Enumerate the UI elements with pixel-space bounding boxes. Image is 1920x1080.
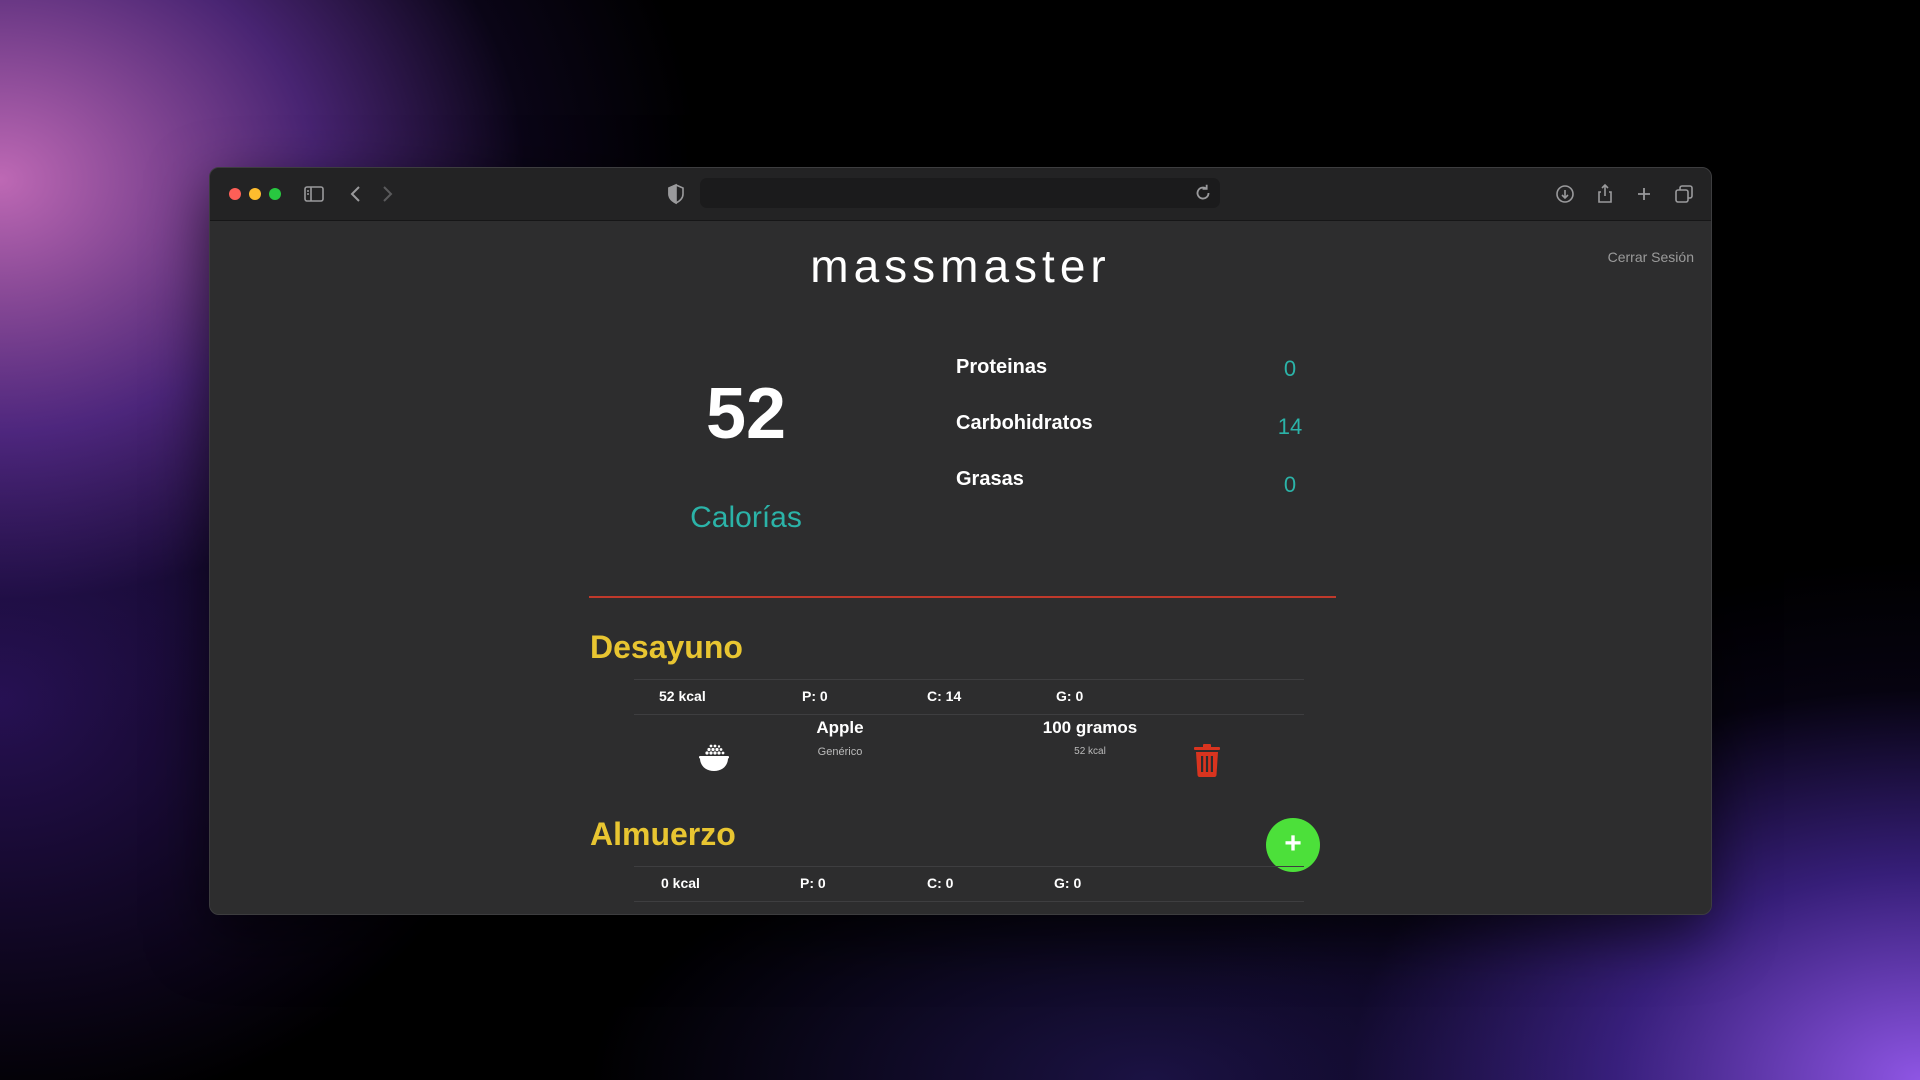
tabs-overview-icon[interactable] bbox=[1672, 182, 1696, 206]
food-name: Apple bbox=[816, 718, 864, 737]
calories-total: 52 bbox=[705, 374, 787, 454]
reload-icon[interactable] bbox=[1192, 182, 1214, 204]
meal-summary-row: 0 kcal P: 0 C: 0 G: 0 bbox=[634, 866, 1304, 902]
forward-icon[interactable] bbox=[375, 182, 399, 206]
trash-icon[interactable] bbox=[1192, 743, 1222, 777]
app-logo[interactable]: massmaster bbox=[210, 239, 1711, 293]
food-kcal: 52 kcal bbox=[1074, 746, 1106, 757]
macro-value-carbs: 14 bbox=[1277, 414, 1303, 439]
food-bowl-icon bbox=[697, 741, 731, 775]
shield-icon[interactable] bbox=[664, 182, 688, 206]
address-bar[interactable] bbox=[700, 178, 1220, 208]
meal-carbs: C: 14 bbox=[927, 688, 962, 704]
add-food-button[interactable]: + bbox=[1266, 818, 1320, 872]
close-window-button[interactable] bbox=[229, 188, 241, 200]
food-brand: Genérico bbox=[817, 746, 863, 758]
meal-fat: G: 0 bbox=[1054, 875, 1082, 891]
macro-value-fat: 0 bbox=[1283, 472, 1297, 497]
meal-kcal: 52 kcal bbox=[659, 688, 706, 704]
minimize-window-button[interactable] bbox=[249, 188, 261, 200]
meal-kcal: 0 kcal bbox=[661, 875, 700, 891]
meal-protein: P: 0 bbox=[800, 875, 826, 891]
meal-protein: P: 0 bbox=[802, 688, 828, 704]
fullscreen-window-button[interactable] bbox=[269, 188, 281, 200]
browser-window: massmaster Cerrar Sesión 52 Calorías Pro… bbox=[209, 167, 1712, 915]
macro-label-fat: Grasas bbox=[956, 468, 1024, 490]
meal-title-almuerzo: Almuerzo bbox=[590, 816, 736, 852]
browser-toolbar bbox=[210, 168, 1711, 221]
download-icon[interactable] bbox=[1553, 182, 1577, 206]
macro-value-protein: 0 bbox=[1283, 356, 1297, 381]
summary-divider bbox=[589, 596, 1336, 598]
meal-summary-row: 52 kcal P: 0 C: 14 G: 0 bbox=[634, 679, 1304, 715]
calories-label: Calorías bbox=[690, 501, 802, 534]
page-content: massmaster Cerrar Sesión 52 Calorías Pro… bbox=[210, 221, 1711, 914]
meal-carbs: C: 0 bbox=[927, 875, 954, 891]
share-icon[interactable] bbox=[1593, 182, 1617, 206]
new-tab-icon[interactable] bbox=[1632, 182, 1656, 206]
back-icon[interactable] bbox=[344, 182, 368, 206]
macro-label-protein: Proteinas bbox=[956, 356, 1048, 378]
macro-label-carbs: Carbohidratos bbox=[956, 412, 1093, 434]
meal-fat: G: 0 bbox=[1056, 688, 1084, 704]
sidebar-icon[interactable] bbox=[302, 182, 326, 206]
logout-link[interactable]: Cerrar Sesión bbox=[1608, 249, 1694, 265]
meal-title-desayuno: Desayuno bbox=[590, 629, 743, 665]
food-quantity: 100 gramos bbox=[1042, 718, 1138, 737]
